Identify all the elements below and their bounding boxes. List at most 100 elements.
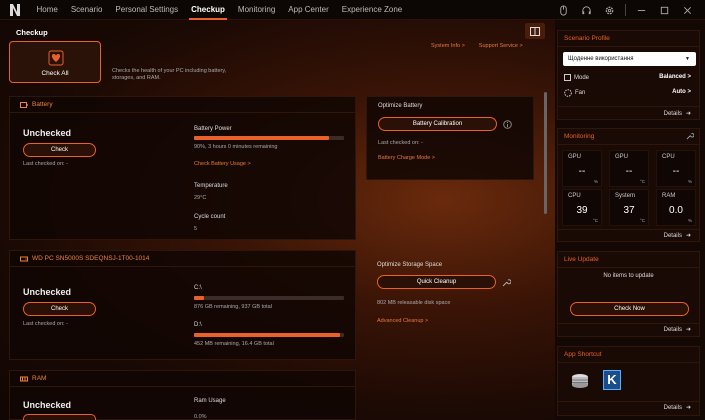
ram-header: RAM [10, 371, 355, 387]
storage-drive-icon [20, 256, 28, 261]
metric-value: -- [672, 166, 680, 177]
metric-name: GPU [615, 154, 629, 160]
metric-name: System [615, 193, 636, 199]
tab-monitoring[interactable]: Monitoring [231, 0, 281, 20]
ram-usage-label: Ram Usage [194, 398, 226, 404]
drive-d-fill [194, 333, 340, 337]
tab-personal-settings[interactable]: Personal Settings [109, 0, 185, 20]
headset-icon[interactable] [575, 0, 598, 20]
metric-name: RAM [662, 193, 676, 199]
battery-status: Unchecked [23, 128, 72, 138]
drive-c-text: 876 GB remaining, 937 GB total [194, 304, 272, 310]
live-update-panel: Live Update No items to update Check Now… [557, 251, 700, 337]
tab-checkup[interactable]: Checkup [185, 0, 232, 20]
monitor-system-temp: System 37 °C [609, 189, 649, 226]
ram-usage-value: 0.0% [194, 414, 207, 420]
battery-power-text: 90%, 3 hours 0 minutes remaining [194, 144, 278, 150]
arrow-right-icon: ➜ [685, 405, 691, 411]
ram-check-button[interactable] [23, 414, 96, 420]
tab-scenario[interactable]: Scenario [64, 0, 109, 20]
scenario-profile-header: Scenario Profile [558, 31, 699, 47]
cycle-count-value: 5 [194, 226, 198, 232]
check-battery-usage-link[interactable]: Check Battery Usage > [194, 161, 251, 167]
scenario-profile-panel: Scenario Profile Щоденне використання ▼ M… [557, 30, 700, 120]
maximize-icon[interactable] [653, 0, 676, 20]
storage-status: Unchecked [23, 287, 72, 297]
scenario-details-link[interactable]: Details ➜ [664, 110, 691, 118]
fan-icon [564, 89, 572, 97]
app-shortcut-details-link[interactable]: Details ➜ [664, 404, 691, 412]
monitoring-details-link[interactable]: Details ➜ [663, 232, 691, 240]
fan-value[interactable]: Auto > [672, 89, 691, 95]
system-info-link[interactable]: System Info > [431, 43, 465, 49]
mode-value[interactable]: Balanced > [659, 74, 691, 80]
temperature-label: Temperature [194, 183, 228, 189]
monitor-cpu-usage: CPU --% [656, 150, 696, 187]
mouse-icon[interactable] [552, 0, 575, 20]
metric-value: 39 [576, 205, 588, 216]
metric-unit: °C [639, 218, 645, 223]
battery-charge-mode-link[interactable]: Battery Charge Mode > [378, 155, 435, 161]
optimize-battery-last-checked: Last checked on: - [378, 140, 423, 146]
drive-d-text: 452 MB remaining, 16.4 GB total [194, 341, 274, 347]
collapse-panel-icon[interactable] [525, 23, 545, 39]
metric-value: 37 [623, 205, 635, 216]
disk-app-icon[interactable] [570, 371, 590, 391]
app-shortcut-header: App Shortcut [558, 347, 699, 363]
optimize-battery-title: Optimize Battery [378, 103, 423, 109]
main-scrollbar[interactable] [544, 92, 547, 214]
window-controls [552, 0, 699, 20]
drive-d-bar [194, 333, 344, 337]
battery-check-button[interactable]: Check [23, 143, 96, 157]
fan-label: Fan [575, 90, 586, 96]
metric-name: CPU [662, 154, 675, 160]
details-label: Details [663, 326, 682, 333]
tab-app-center[interactable]: App Center [282, 0, 335, 20]
profile-dropdown[interactable]: Щоденне використання ▼ [563, 52, 696, 66]
no-updates-text: No items to update [603, 273, 654, 279]
temperature-value: 29°C [194, 195, 207, 201]
storage-header: WD PC SN5000S SDEQNSJ-1T00-1014 [10, 251, 355, 267]
details-label: Details [663, 232, 682, 239]
drive-c-label: C:\ [194, 285, 202, 291]
storage-title: WD PC SN5000S SDEQNSJ-1T00-1014 [32, 255, 150, 262]
advanced-cleanup-link[interactable]: Advanced Cleanup > [377, 318, 428, 324]
releasable-space-text: 802 MB releasable disk space [377, 300, 451, 306]
live-update-details-link[interactable]: Details ➜ [663, 326, 691, 334]
profile-selected: Щоденне використання [568, 56, 634, 62]
storage-panel: WD PC SN5000S SDEQNSJ-1T00-1014 Unchecke… [9, 250, 356, 360]
support-service-link[interactable]: Support Service > [479, 43, 523, 49]
mode-label: Mode [574, 74, 590, 81]
mode-icon [564, 74, 571, 81]
arrow-right-icon: ➜ [685, 327, 691, 333]
k-app-icon[interactable]: K [603, 370, 621, 390]
metric-name: GPU [568, 154, 582, 160]
wrench-icon[interactable] [502, 278, 511, 287]
cycle-count-label: Cycle count [194, 214, 226, 220]
live-update-header: Live Update [558, 252, 699, 268]
check-now-button[interactable]: Check Now [570, 302, 689, 316]
quick-cleanup-button[interactable]: Quick Cleanup [377, 275, 496, 289]
battery-power-fill [194, 136, 329, 140]
monitor-ram-usage: RAM 0.0% [656, 189, 696, 226]
ram-status: Unchecked [23, 400, 72, 410]
info-icon[interactable] [503, 120, 512, 129]
page-title: Checkup [16, 28, 48, 37]
tab-home[interactable]: Home [30, 0, 64, 20]
minimize-icon[interactable] [630, 0, 653, 20]
storage-last-checked: Last checked on: - [23, 321, 68, 327]
gear-icon[interactable] [598, 0, 621, 20]
wrench-icon[interactable] [686, 132, 694, 140]
storage-check-button[interactable]: Check [23, 302, 96, 316]
optimize-battery-panel: Optimize Battery Battery Calibration Las… [366, 96, 534, 180]
check-all-button[interactable]: Check All [9, 41, 101, 83]
fan-row: Fan [564, 89, 585, 97]
battery-title: Battery [32, 101, 53, 108]
ram-icon [20, 376, 28, 381]
monitoring-panel: Monitoring GPU --% GPU -- °C CPU --% CPU 39 °C… [557, 128, 700, 242]
tab-experience-zone[interactable]: Experience Zone [335, 0, 408, 20]
battery-calibration-button[interactable]: Battery Calibration [378, 117, 497, 131]
optimize-storage-section: Optimize Storage Space Quick Cleanup 802… [366, 256, 534, 336]
close-icon[interactable] [676, 0, 699, 20]
check-all-description: Checks the health of your PC including b… [112, 68, 227, 81]
